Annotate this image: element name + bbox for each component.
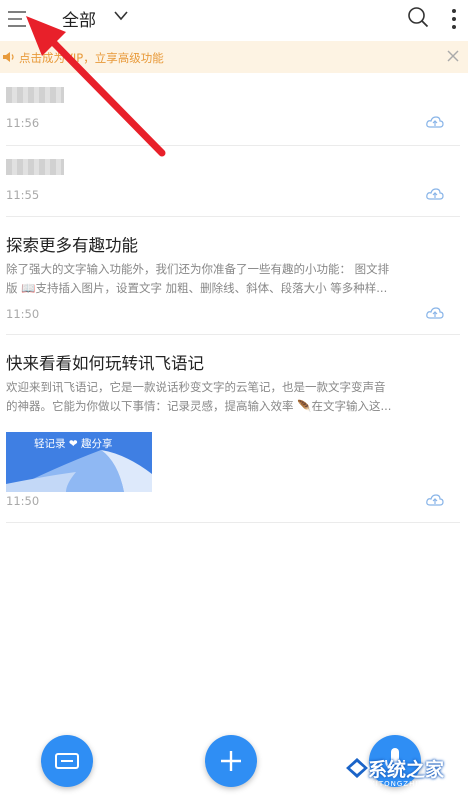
- search-icon[interactable]: [407, 6, 429, 28]
- blurred-title: [6, 159, 64, 175]
- cloud-sync-icon: [426, 307, 444, 319]
- note-time: 11:56: [6, 116, 40, 130]
- menu-icon[interactable]: [7, 9, 27, 29]
- note-snippet-line: 的神器。它能为你做以下事情：记录灵感，提高输入效率 🪶在文字输入这...: [6, 399, 392, 413]
- note-snippet-line: 欢迎来到讯飞语记，它是一款说话秒变文字的云笔记，也是一款文字变声音: [6, 380, 386, 394]
- vip-banner[interactable]: 点击成为VIP，立享高级功能: [0, 41, 468, 73]
- note-item[interactable]: 11:55: [6, 145, 460, 217]
- note-time: 11:50: [6, 494, 40, 508]
- keyboard-icon: [55, 753, 79, 769]
- note-item[interactable]: 探索更多有趣功能 除了强大的文字输入功能外，我们还为你准备了一些有趣的小功能： …: [6, 216, 460, 335]
- note-item[interactable]: 快来看看如何玩转讯飞语记 欢迎来到讯飞语记，它是一款说话秒变文字的云笔记，也是一…: [6, 334, 460, 523]
- blurred-title: [6, 87, 64, 103]
- watermark-text: 系统之家: [368, 759, 445, 781]
- note-title: 快来看看如何玩转讯飞语记: [6, 354, 204, 373]
- folder-title[interactable]: 全部: [62, 6, 96, 31]
- close-icon[interactable]: [446, 49, 460, 63]
- keyboard-button[interactable]: [41, 735, 93, 787]
- more-vertical-icon[interactable]: [450, 8, 458, 32]
- top-bar: 全部: [0, 0, 468, 40]
- note-title: 探索更多有趣功能: [6, 236, 138, 255]
- thumbnail-caption: 轻记录 ❤ 趣分享: [34, 438, 113, 450]
- note-item[interactable]: 11:56: [6, 73, 460, 146]
- plus-icon: [221, 751, 241, 771]
- speaker-icon: [3, 52, 14, 62]
- note-time: 11:55: [6, 188, 40, 202]
- note-snippet: 欢迎来到讯飞语记，它是一款说话秒变文字的云笔记，也是一款文字变声音 的神器。它能…: [6, 378, 458, 416]
- cloud-sync-icon: [426, 116, 444, 128]
- watermark-logo-icon: [344, 756, 370, 780]
- note-snippet-line: 除了强大的文字输入功能外，我们还为你准备了一些有趣的小功能： 图文排: [6, 262, 390, 276]
- vip-banner-text: 点击成为VIP，立享高级功能: [19, 51, 164, 65]
- cloud-sync-icon: [426, 188, 444, 200]
- note-thumbnail: 轻记录 ❤ 趣分享: [6, 432, 152, 492]
- watermark-subtext: XITONGZHIJIA.NET: [370, 780, 451, 788]
- note-snippet-line: 版 📖支持插入图片，设置文字 加粗、删除线、斜体、段落大小 等多种样...: [6, 281, 388, 295]
- cloud-sync-icon: [426, 494, 444, 506]
- note-time: 11:50: [6, 307, 40, 321]
- chevron-down-icon[interactable]: [113, 9, 129, 23]
- note-snippet: 除了强大的文字输入功能外，我们还为你准备了一些有趣的小功能： 图文排 版 📖支持…: [6, 260, 458, 298]
- add-note-button[interactable]: [205, 735, 257, 787]
